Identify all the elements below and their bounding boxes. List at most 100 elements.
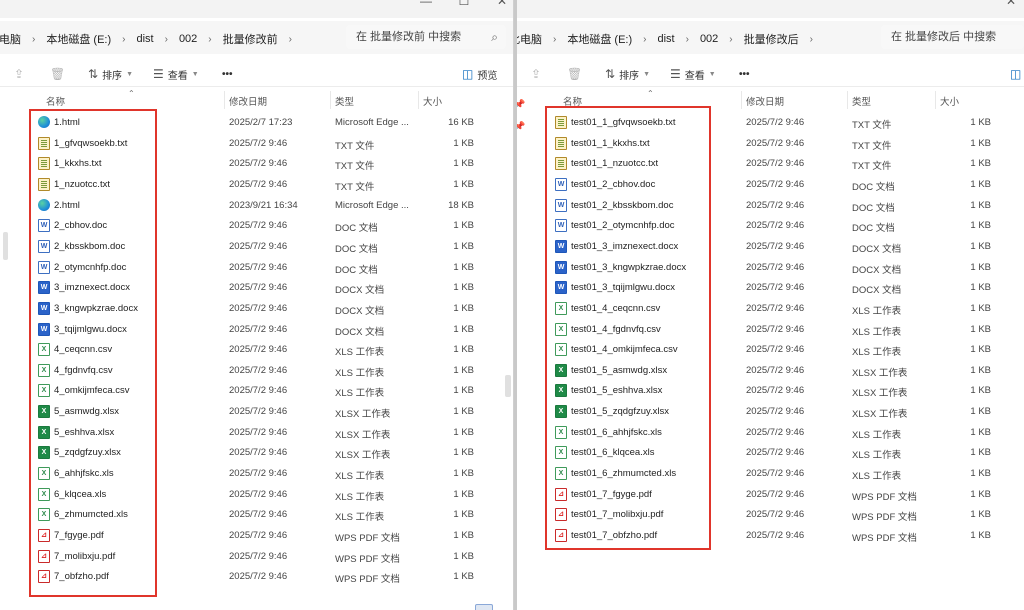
sort-ascending-icon: ⌃ [128,89,135,98]
breadcrumb-item[interactable]: 002 [179,33,197,45]
breadcrumb-item[interactable]: 批量修改后 [744,31,799,47]
breadcrumb-item[interactable]: 批量修改前 [223,31,278,47]
file-date: 2025/7/2 9:46 [229,509,288,521]
view-button[interactable]: ☰ 查看 ▼ [670,66,716,82]
more-options-button[interactable]: ••• [222,66,233,82]
file-date: 2025/7/2 9:46 [229,282,288,294]
file-size: 1 KB [970,117,991,128]
chevron-right-icon[interactable]: › [32,34,35,45]
search-input[interactable] [354,30,488,44]
chevron-right-icon[interactable]: › [810,34,813,45]
chevron-right-icon[interactable]: › [729,34,732,45]
chevron-right-icon[interactable]: › [553,34,556,45]
column-type[interactable]: 类型 [335,94,354,108]
column-size[interactable]: 大小 [940,94,959,108]
file-date: 2025/7/2 9:46 [746,344,805,356]
column-name[interactable]: 名称 [46,94,65,108]
close-button[interactable]: ✕ [494,0,510,8]
column-date[interactable]: 修改日期 [229,94,267,108]
file-date: 2025/7/2 9:46 [746,117,805,128]
column-date[interactable]: 修改日期 [746,94,784,108]
file-date: 2025/7/2 9:46 [229,550,288,562]
file-size: 1 KB [970,137,991,149]
breadcrumb-item[interactable]: dist [136,33,153,45]
file-type: DOC 文档 [335,264,378,276]
nav-scrollbar-thumb[interactable] [3,232,8,260]
column-divider[interactable] [741,91,742,109]
more-options-button[interactable]: ••• [739,66,750,82]
file-size: 1 KB [970,344,991,356]
command-bar: ⇪ 🗑 ⇅ 排序 ▼ ☰ 查看 ▼ ••• ◫ 预览 [0,60,513,87]
breadcrumb-item[interactable]: 本地磁盘 (E:) [46,31,111,47]
sort-button[interactable]: ⇅ 排序 ▼ [88,66,133,82]
view-icon: ☰ [670,67,681,81]
view-label: 查看 [684,70,705,82]
file-size: 1 KB [970,261,991,273]
breadcrumb-item[interactable]: 此电脑 [0,31,21,47]
file-date: 2025/7/2 9:46 [746,158,805,170]
file-date: 2025/7/2 9:46 [229,344,288,356]
search-box[interactable] [881,25,1024,49]
file-type: WPS PDF 文档 [852,512,917,524]
chevron-right-icon[interactable]: › [208,34,211,45]
chevron-right-icon[interactable]: › [289,34,292,45]
minimize-button[interactable]: — [418,0,434,8]
chevron-down-icon: ▼ [643,70,650,78]
breadcrumb: 此电脑 › 本地磁盘 (E:) › dist › 002 › 批量修改后 › [517,30,824,48]
view-button[interactable]: ☰ 查看 ▼ [153,66,199,82]
column-divider[interactable] [847,91,848,109]
delete-button[interactable]: 🗑 [50,66,69,82]
vertical-scrollbar-thumb[interactable] [505,375,511,397]
file-type: TXT 文件 [852,161,892,173]
file-date: 2025/7/2 9:46 [746,282,805,294]
column-divider[interactable] [330,91,331,109]
file-size: 1 KB [970,385,991,397]
file-type: DOCX 文档 [335,326,385,338]
search-input[interactable] [889,30,1023,44]
pin-icon[interactable]: 📌 [517,99,525,110]
file-type: DOCX 文档 [852,264,902,276]
file-type: XLSX 工作表 [852,367,908,379]
delete-button[interactable]: 🗑 [567,66,586,82]
sort-button[interactable]: ⇅ 排序 ▼ [605,66,650,82]
preview-button[interactable]: ◫ 预览 [462,66,497,82]
chevron-right-icon[interactable]: › [122,34,125,45]
column-size[interactable]: 大小 [423,94,442,108]
file-size: 1 KB [453,406,474,418]
share-button[interactable]: ⇪ [531,66,545,82]
chevron-right-icon[interactable]: › [686,34,689,45]
breadcrumb-item[interactable]: 本地磁盘 (E:) [567,31,632,47]
file-type: DOC 文档 [335,243,378,255]
breadcrumb-item[interactable]: 002 [700,33,718,45]
maximize-button[interactable]: ☐ [456,0,472,8]
sort-icon: ⇅ [605,67,616,81]
file-date: 2025/7/2 9:46 [746,220,805,232]
file-date: 2025/7/2 9:46 [229,530,288,541]
close-button[interactable]: ✕ [1003,0,1019,8]
file-date: 2025/7/2 9:46 [746,199,805,211]
file-type: XLSX 工作表 [852,409,908,421]
pin-icon[interactable]: 📌 [517,121,525,132]
breadcrumb-item[interactable]: dist [657,33,674,45]
search-box[interactable]: ⌕ [346,25,506,49]
file-size: 1 KB [453,550,474,562]
file-size: 1 KB [453,261,474,273]
file-size: 1 KB [970,323,991,335]
chevron-right-icon[interactable]: › [165,34,168,45]
column-divider[interactable] [935,91,936,109]
file-type: XLS 工作表 [852,471,902,483]
explorer-window-after: ✕ 此电脑 › 本地磁盘 (E:) › dist › 002 › 批量修改后 › ⇪ 🗑 ⇅排序▼… [517,0,1024,610]
file-size: 1 KB [453,178,474,190]
column-type[interactable]: 类型 [852,94,871,108]
share-button[interactable]: ⇪ [14,66,28,82]
highlight-box [545,106,711,550]
file-size: 18 KB [448,199,474,211]
breadcrumb-item[interactable]: 此电脑 [517,31,542,47]
file-type: XLS 工作表 [335,491,385,503]
column-divider[interactable] [418,91,419,109]
preview-button[interactable]: ◫ [1010,66,1024,82]
file-type: WPS PDF 文档 [852,491,917,503]
details-view-toggle[interactable] [475,604,493,610]
chevron-right-icon[interactable]: › [643,34,646,45]
column-divider[interactable] [224,91,225,109]
